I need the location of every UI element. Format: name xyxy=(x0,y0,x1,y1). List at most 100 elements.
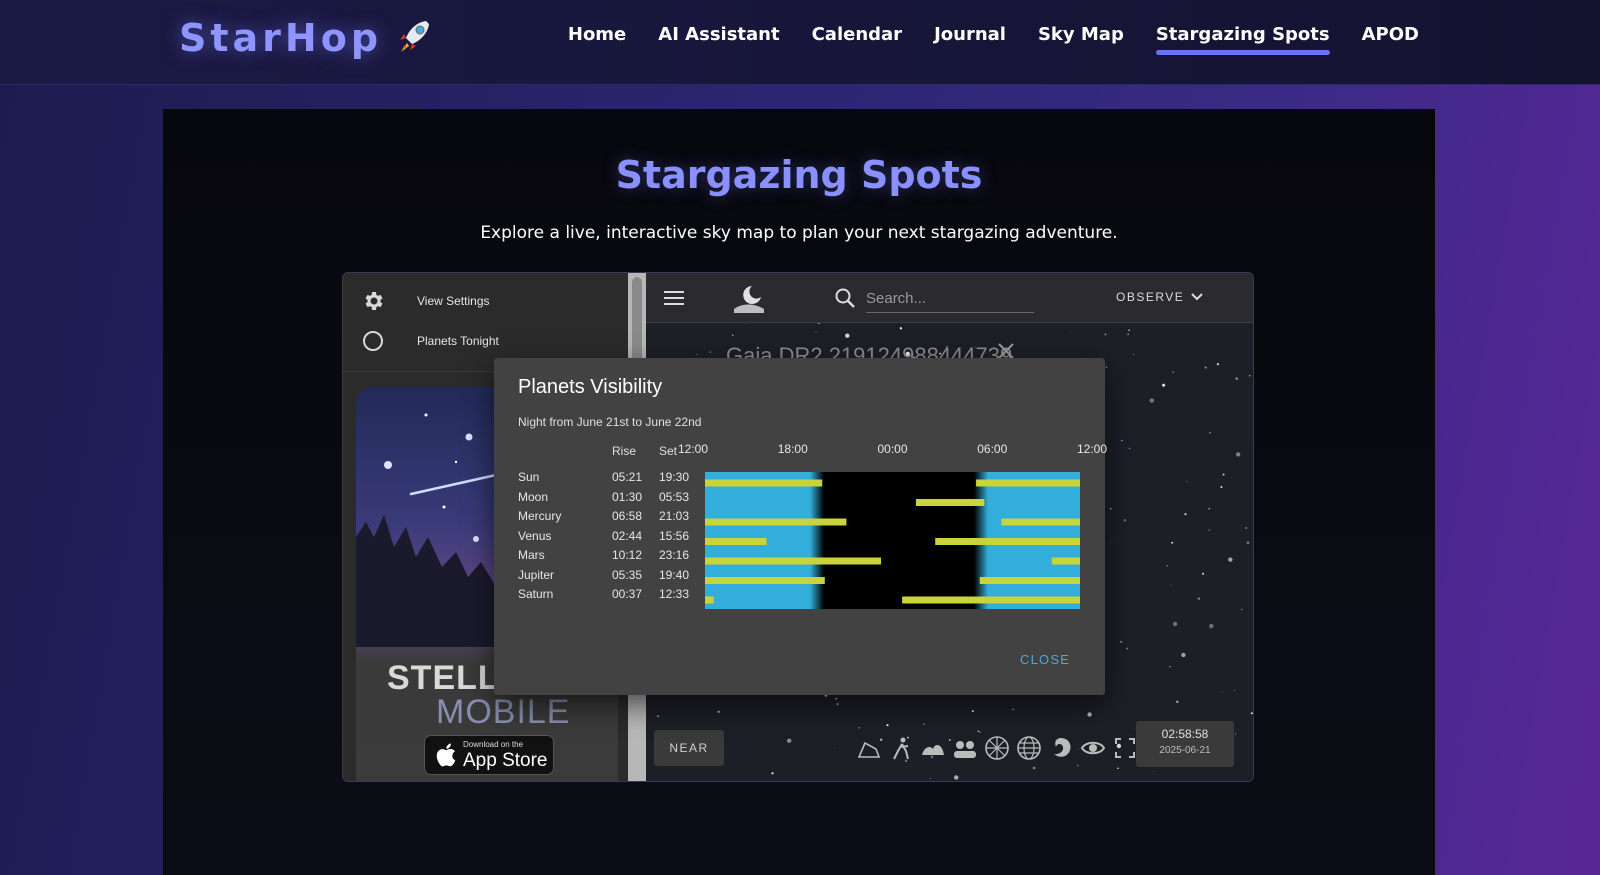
fullscreen-icon[interactable] xyxy=(1112,735,1138,761)
circle-icon xyxy=(363,331,383,351)
moon-landscape-icon[interactable] xyxy=(732,283,766,313)
nav-link-journal[interactable]: Journal xyxy=(934,24,1006,51)
bottom-toolbar xyxy=(856,735,1138,761)
rise-column-header: Rise xyxy=(612,444,637,458)
star xyxy=(656,715,660,718)
sidebar-item-view-settings[interactable]: View Settings xyxy=(343,281,628,321)
star xyxy=(1129,447,1131,449)
planet-name: Jupiter xyxy=(518,567,555,582)
sidebar-item-label: View Settings xyxy=(417,294,490,308)
star xyxy=(835,747,836,748)
nav-link-sky-map[interactable]: Sky Map xyxy=(1038,24,1124,51)
planet-name: Mercury xyxy=(518,509,562,523)
star xyxy=(1169,665,1171,668)
page-title: Stargazing Spots xyxy=(615,153,983,197)
time-axis-tick: 00:00 xyxy=(877,442,908,456)
star xyxy=(1128,329,1130,332)
visibility-bar-saturn-1 xyxy=(902,596,1080,604)
close-button[interactable]: CLOSE xyxy=(1014,648,1076,671)
set-time: 12:33 xyxy=(659,587,690,601)
nav-link-ai-assistant[interactable]: AI Assistant xyxy=(658,24,779,51)
promo-subtitle: MOBILE xyxy=(436,693,571,731)
nav-link-stargazing-spots[interactable]: Stargazing Spots xyxy=(1155,24,1330,55)
star xyxy=(1245,527,1248,529)
sidebar-item-planets-tonight[interactable]: Planets Tonight xyxy=(343,321,628,361)
rise-time: 06:58 xyxy=(612,509,643,523)
star xyxy=(1246,541,1250,545)
table-row: Mercury 06:58 21:03 xyxy=(518,509,698,528)
atmosphere-icon[interactable] xyxy=(952,735,978,761)
search-icon xyxy=(835,288,855,308)
set-time: 15:56 xyxy=(659,528,690,543)
nav-link-calendar[interactable]: Calendar xyxy=(812,24,902,51)
constellation-lines-icon[interactable] xyxy=(856,735,882,761)
search-input[interactable] xyxy=(866,285,1034,313)
set-time: 19:30 xyxy=(659,470,690,484)
star xyxy=(886,724,889,727)
star xyxy=(1111,541,1113,542)
nav-link-apod[interactable]: APOD xyxy=(1362,24,1419,51)
star xyxy=(1202,572,1205,575)
planet-name: Sun xyxy=(518,470,540,484)
rise-time: 01:30 xyxy=(612,489,643,504)
star xyxy=(954,775,959,780)
star xyxy=(836,703,839,706)
planet-name: Moon xyxy=(518,489,549,504)
clock-date: 2025-06-21 xyxy=(1159,745,1211,756)
star xyxy=(1126,647,1129,650)
deep-sky-icon[interactable] xyxy=(1048,735,1074,761)
star xyxy=(1236,452,1241,457)
night-mode-icon[interactable] xyxy=(1080,735,1106,761)
star xyxy=(1121,439,1123,442)
star xyxy=(1209,623,1214,629)
date-time-display[interactable]: 02:58:58 2025-06-21 xyxy=(1136,721,1234,767)
table-row: Moon 01:30 05:53 xyxy=(518,490,698,509)
star xyxy=(1235,377,1239,380)
star xyxy=(1250,712,1253,715)
star xyxy=(1120,640,1123,643)
equatorial-grid-icon[interactable] xyxy=(1016,735,1042,761)
star xyxy=(1197,597,1201,600)
star xyxy=(923,723,925,726)
visibility-bar-sun-0 xyxy=(705,479,823,487)
azimuthal-grid-icon[interactable] xyxy=(984,735,1010,761)
table-row: Mars 10:12 23:16 xyxy=(518,548,698,567)
observe-label: OBSERVE xyxy=(1116,290,1185,304)
sky-toolbar: OBSERVE xyxy=(646,273,1253,323)
star xyxy=(1123,519,1126,522)
star xyxy=(709,351,711,353)
star xyxy=(771,772,774,775)
menu-icon[interactable] xyxy=(664,289,684,307)
star xyxy=(1172,371,1174,374)
table-row: Venus 02:44 15:56 xyxy=(518,529,698,548)
time-axis-tick: 06:00 xyxy=(977,442,1008,456)
brand-logo[interactable]: StarHop xyxy=(179,16,432,60)
star xyxy=(929,778,931,780)
visibility-chart xyxy=(705,472,1080,609)
landscape-icon[interactable] xyxy=(920,735,946,761)
app-store-badge[interactable]: Download on the App Store xyxy=(424,735,554,775)
brand-name: StarHop xyxy=(179,16,383,60)
star xyxy=(1166,565,1168,567)
star xyxy=(745,323,747,324)
planet-name: Venus xyxy=(518,528,552,543)
table-row: Sun 05:21 19:30 xyxy=(518,470,698,489)
star xyxy=(971,710,974,713)
set-time: 05:53 xyxy=(659,489,690,504)
clock-time: 02:58:58 xyxy=(1161,727,1209,741)
observe-dropdown[interactable]: OBSERVE xyxy=(1116,290,1204,304)
constellation-art-icon[interactable] xyxy=(888,735,914,761)
visibility-bar-saturn-0 xyxy=(705,596,714,604)
star xyxy=(1228,557,1233,562)
star xyxy=(1241,608,1243,610)
time-axis-tick: 12:00 xyxy=(677,442,709,456)
set-time: 23:16 xyxy=(659,548,690,562)
star xyxy=(1149,398,1154,403)
star xyxy=(845,333,850,338)
star xyxy=(1235,733,1237,735)
star xyxy=(1181,652,1186,658)
near-button[interactable]: NEAR xyxy=(654,730,724,766)
rise-time: 00:37 xyxy=(612,587,643,601)
planet-name: Saturn xyxy=(518,587,554,601)
nav-link-home[interactable]: Home xyxy=(568,24,626,51)
